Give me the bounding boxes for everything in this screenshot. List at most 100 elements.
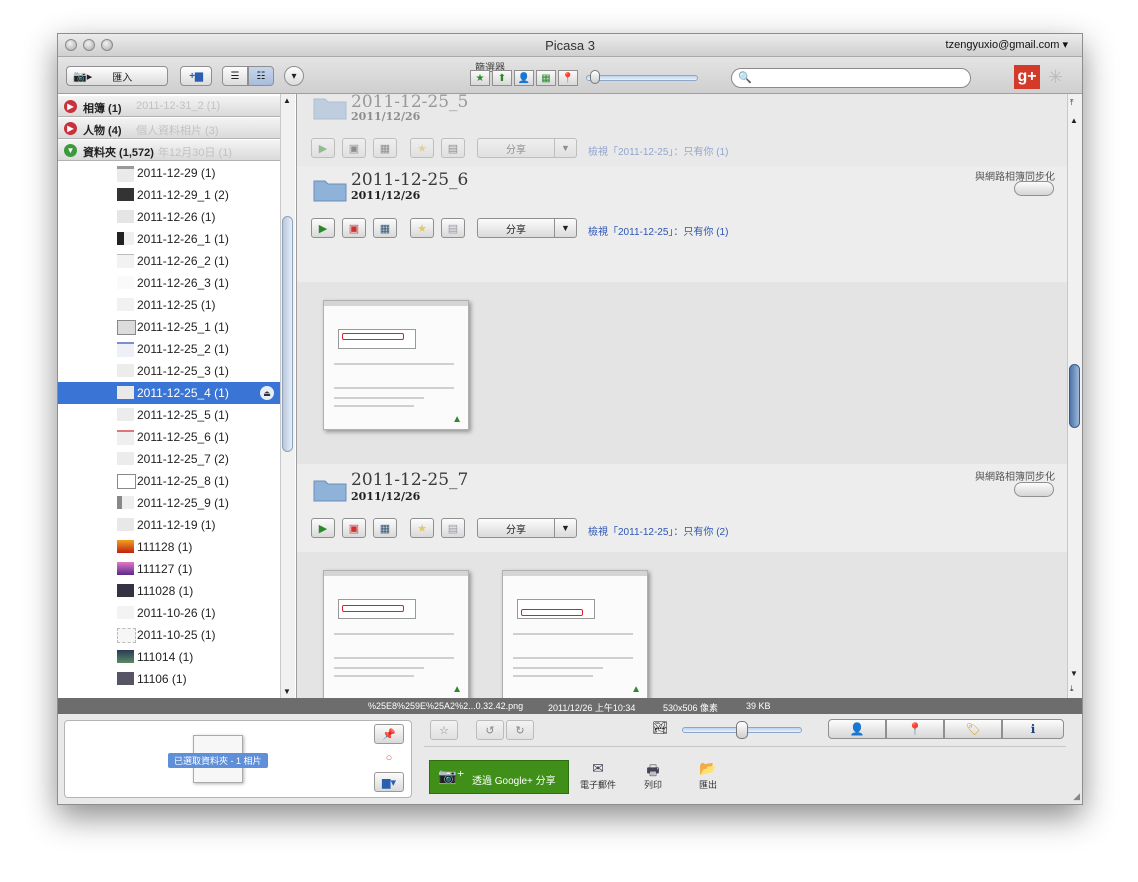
sidebar-folder-item[interactable]: 2011-12-25_7 (2) (58, 448, 280, 470)
export-button[interactable]: 📂 匯出 (684, 760, 732, 791)
photo-thumbnail[interactable]: ▲ (323, 570, 469, 698)
sidebar-folder-item[interactable]: 111128 (1) (58, 536, 280, 558)
view-online-link[interactable]: 檢視「2011-12-25」：只有你 (1) (588, 223, 728, 238)
sidebar-folder-item[interactable]: 2011-12-19 (1) (58, 514, 280, 536)
clear-button[interactable]: ○ (374, 748, 404, 768)
sidebar-folder-item[interactable]: 2011-12-25_2 (1) (58, 338, 280, 360)
people-pane-button[interactable]: 👤 (828, 719, 886, 739)
category-people[interactable]: ▶ 人物 (4) 個人資料相片 (3) (58, 118, 280, 139)
sidebar-folder-item[interactable]: 2011-12-25_8 (1) (58, 470, 280, 492)
sidebar-folder-item[interactable]: 111014 (1) (58, 646, 280, 668)
collage-button[interactable]: ▣ (342, 218, 366, 238)
share-button[interactable]: 分享 (477, 218, 555, 238)
tree-view-button[interactable]: ☷ (248, 66, 274, 86)
category-albums[interactable]: ▶ 相簿 (1) 2011-12-31_2 (1) (58, 96, 280, 117)
movie-button[interactable]: ▦ (373, 518, 397, 538)
properties-pane-button[interactable]: ℹ (1002, 719, 1064, 739)
sidebar-folder-item[interactable]: 2011-12-25_3 (1) (58, 360, 280, 382)
tags-pane-button[interactable]: 🏷 (944, 719, 1002, 739)
slideshow-button[interactable]: ▶ (311, 518, 335, 538)
album-scroll-thumb[interactable] (1069, 364, 1080, 428)
filter-faces-button[interactable]: 👤 (514, 70, 534, 86)
album-view-scrollbar[interactable]: ⤒ ▲ ▼ ⤓ (1067, 94, 1082, 698)
star-button[interactable]: ★ (410, 138, 434, 158)
sidebar-folder-item[interactable]: 2011-12-25_1 (1) (58, 316, 280, 338)
add-to-button[interactable]: ▆▾ (374, 772, 404, 792)
share-button[interactable]: 分享 (477, 138, 555, 158)
upload-status-icon[interactable]: ⏏ (260, 386, 274, 400)
sidebar-folder-item[interactable]: 2011-12-26 (1) (58, 206, 280, 228)
sidebar-folder-item[interactable]: 2011-12-25_9 (1) (58, 492, 280, 514)
resize-grip-icon[interactable]: ◢ (1073, 791, 1080, 802)
hold-button[interactable]: 📌 (374, 724, 404, 744)
rotate-left-button[interactable]: ↺ (476, 720, 504, 740)
search-field[interactable]: 🔍 (731, 68, 971, 88)
sidebar-folder-item[interactable]: 2011-12-25_4 (1) ⏏ (58, 382, 280, 404)
share-dropdown[interactable]: ▼ (555, 518, 577, 538)
scroll-up-icon[interactable]: ▲ (1070, 116, 1078, 125)
add-to-album-button[interactable]: +▆ (180, 66, 212, 86)
sidebar-folder-item[interactable]: 11106 (1) (58, 668, 280, 690)
sidebar-scroll-thumb[interactable] (282, 216, 293, 452)
sidebar-folder-item[interactable]: 2011-10-25 (1) (58, 624, 280, 646)
scroll-bottom-icon[interactable]: ⤓ (1070, 684, 1074, 694)
sync-toggle[interactable] (1014, 482, 1054, 497)
email-button[interactable]: ✉ 電子郵件 (574, 760, 622, 791)
filter-uploaded-button[interactable]: ⬆ (492, 70, 512, 86)
account-menu[interactable]: tzengyuxio@gmail.com ▾ (946, 38, 1068, 51)
scroll-up-icon[interactable]: ▲ (283, 96, 291, 105)
album-title[interactable]: 2011-12-25_7 (351, 470, 468, 490)
list-view-button[interactable]: ☰ (222, 66, 248, 86)
star-photo-button[interactable]: ☆ (430, 720, 458, 740)
sidebar-folder-item[interactable]: 111028 (1) (58, 580, 280, 602)
collage-button[interactable]: ▣ (342, 138, 366, 158)
slideshow-button[interactable]: ▶ (311, 218, 335, 238)
import-button[interactable]: 📷▸ 匯入 (66, 66, 168, 86)
share-dropdown[interactable]: ▼ (555, 218, 577, 238)
sidebar-folder-item[interactable]: 2011-12-25_6 (1) (58, 426, 280, 448)
google-plus-icon[interactable]: g+ (1014, 65, 1040, 89)
view-online-link[interactable]: 檢視「2011-12-25」：只有你 (2) (588, 523, 728, 538)
share-button[interactable]: 分享 (477, 518, 555, 538)
sidebar-folder-item[interactable]: 111127 (1) (58, 558, 280, 580)
filter-starred-button[interactable]: ★ (470, 70, 490, 86)
album-title[interactable]: 2011-12-25_6 (351, 170, 468, 190)
filter-movies-button[interactable]: ▦ (536, 70, 556, 86)
thumbnail-size-knob[interactable] (736, 721, 748, 739)
scroll-down-icon[interactable]: ▼ (283, 687, 291, 696)
sidebar-folder-item[interactable]: 2011-12-26_1 (1) (58, 228, 280, 250)
collapse-icon[interactable]: ▼ (64, 144, 77, 157)
photo-thumbnail[interactable]: ▲ (323, 300, 469, 430)
sync-toggle[interactable] (1014, 181, 1054, 196)
filter-date-slider-knob[interactable] (590, 70, 600, 84)
view-online-link[interactable]: 檢視「2011-12-25」：只有你 (1) (588, 143, 728, 158)
view-options-dropdown[interactable]: ▾ (284, 66, 304, 86)
print-button[interactable]: 🖶 列印 (629, 760, 677, 791)
share-google-plus-button[interactable]: 📷⁺ 透過 Google+ 分享 (429, 760, 569, 794)
filter-date-slider[interactable] (586, 75, 698, 81)
sidebar-folder-item[interactable]: 2011-12-26_2 (1) (58, 250, 280, 272)
slideshow-button[interactable]: ▶ (311, 138, 335, 158)
save-button[interactable]: ▤ (441, 518, 465, 538)
save-button[interactable]: ▤ (441, 218, 465, 238)
expand-icon[interactable]: ▶ (64, 100, 77, 113)
scroll-top-icon[interactable]: ⤒ (1070, 98, 1074, 108)
sidebar-scrollbar[interactable]: ▲ ▼ (280, 94, 295, 698)
category-folders[interactable]: ▼ 資料夾 (1,572) 年12月30日 (1) (58, 140, 280, 161)
places-pane-button[interactable]: 📍 (886, 719, 944, 739)
photo-thumbnail[interactable]: ▲ (502, 570, 648, 698)
sidebar-folder-item[interactable]: 2011-12-29_1 (2) (58, 184, 280, 206)
sidebar-folder-item[interactable]: 2011-12-26_3 (1) (58, 272, 280, 294)
movie-button[interactable]: ▦ (373, 218, 397, 238)
movie-button[interactable]: ▦ (373, 138, 397, 158)
star-button[interactable]: ★ (410, 218, 434, 238)
scroll-down-icon[interactable]: ▼ (1070, 669, 1078, 678)
save-button[interactable]: ▤ (441, 138, 465, 158)
sidebar-folder-item[interactable]: 2011-12-25 (1) (58, 294, 280, 316)
collage-button[interactable]: ▣ (342, 518, 366, 538)
share-dropdown[interactable]: ▼ (555, 138, 577, 158)
expand-icon[interactable]: ▶ (64, 122, 77, 135)
sidebar-folder-item[interactable]: 2011-10-26 (1) (58, 602, 280, 624)
sidebar-folder-item[interactable]: 2011-12-29 (1) (58, 162, 280, 184)
sidebar-folder-item[interactable]: 2011-12-25_5 (1) (58, 404, 280, 426)
